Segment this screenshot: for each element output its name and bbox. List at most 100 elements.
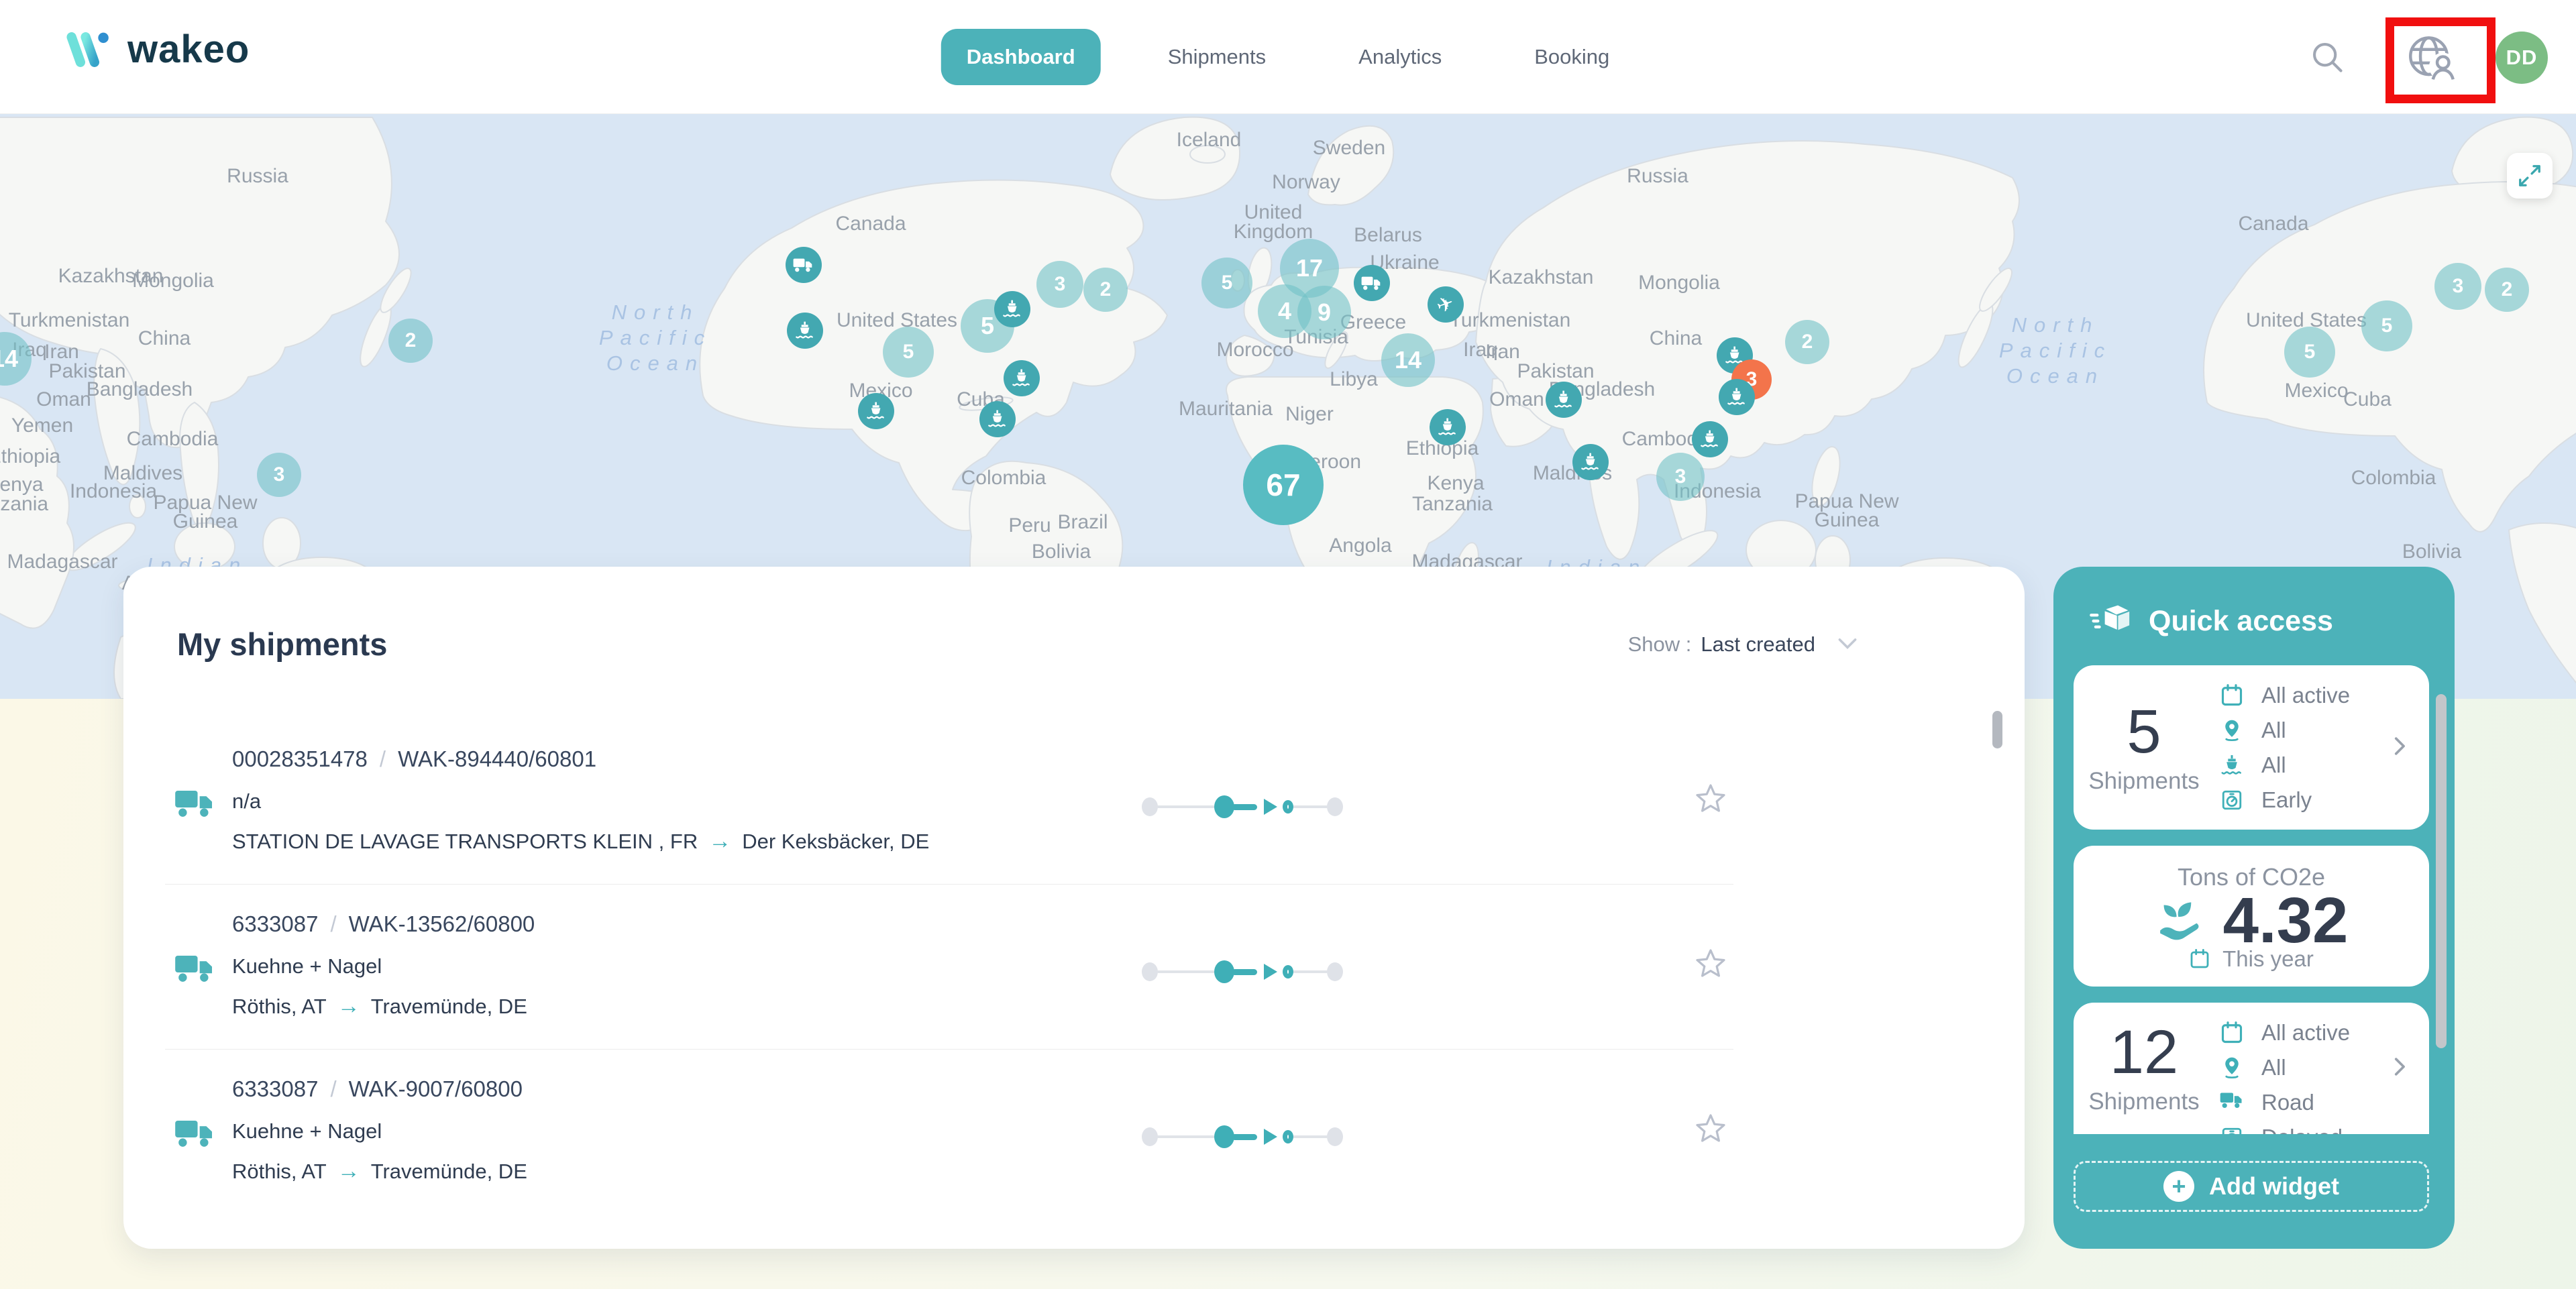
map-marker-truck-icon[interactable]: [1354, 265, 1390, 301]
map-marker-ship-icon[interactable]: [858, 393, 894, 429]
user-avatar[interactable]: DD: [2496, 32, 2548, 84]
map-cluster-5[interactable]: 5: [2361, 300, 2412, 351]
map-marker-truck-icon[interactable]: [786, 247, 822, 283]
map-cluster-67[interactable]: 67: [1243, 445, 1324, 525]
shipment-row[interactable]: 6333087 / WAK-13562/60800 Kuehne + Nagel…: [165, 885, 1733, 1050]
tab-booking[interactable]: Booking: [1509, 29, 1635, 85]
wakeo-logo[interactable]: wakeo: [64, 27, 250, 72]
favorite-star-icon[interactable]: [1695, 948, 1727, 983]
widget-co2[interactable]: Tons of CO2e 4.32 This year: [2074, 846, 2429, 987]
ocean-label: Pacific: [599, 326, 712, 350]
map-cluster-3[interactable]: 3: [2434, 263, 2481, 310]
timer-icon: [2220, 1125, 2244, 1134]
tab-shipments[interactable]: Shipments: [1142, 29, 1291, 85]
country-label: Colombia: [961, 467, 1046, 490]
vehicle-position-icon: [1264, 1129, 1277, 1145]
shipment-id: 6333087: [232, 911, 318, 937]
shipment-ref: WAK-13562/60800: [349, 911, 535, 937]
add-widget-button[interactable]: + Add widget: [2074, 1161, 2429, 1212]
country-label: Tanzania: [1412, 493, 1493, 516]
country-label: China: [138, 327, 191, 350]
map-cluster-2[interactable]: 2: [388, 319, 433, 363]
quick-access-title: Quick access: [2149, 605, 2333, 638]
map-cluster-3[interactable]: 3: [1656, 453, 1705, 501]
progress-track: [1142, 1122, 1343, 1152]
map-expand-button[interactable]: [2507, 153, 2553, 199]
map-cluster-3[interactable]: 3: [1036, 261, 1083, 308]
map-cluster-5[interactable]: 5: [883, 327, 934, 378]
plus-icon: +: [2163, 1171, 2194, 1202]
top-bar: wakeo Dashboard Shipments Analytics Booking: [0, 0, 2576, 114]
map-cluster-9[interactable]: 9: [1297, 286, 1351, 339]
map-marker-ship-icon[interactable]: [1692, 421, 1728, 457]
show-sort-dropdown[interactable]: Show : Last created: [1628, 632, 1858, 657]
timer-icon: [2220, 788, 2244, 812]
shipment-ref: WAK-9007/60800: [349, 1076, 523, 1102]
road-transport-icon: [174, 787, 216, 822]
map-cluster-5[interactable]: 5: [2284, 327, 2335, 378]
filter-label: All active: [2261, 683, 2350, 708]
ocean-label: North: [612, 300, 700, 325]
map-marker-ship-icon[interactable]: [1719, 379, 1755, 415]
map-cluster-3[interactable]: 3: [257, 453, 301, 497]
route-destination: Travemünde, DE: [371, 995, 527, 1019]
route-arrow-icon: →: [708, 828, 731, 854]
country-label: Tanzania: [0, 493, 48, 516]
route-destination: Travemünde, DE: [371, 1160, 527, 1184]
country-label: Angola: [1329, 535, 1391, 557]
tab-analytics[interactable]: Analytics: [1333, 29, 1467, 85]
quick-access-panel: Quick access 5 Shipments All active All …: [2053, 567, 2455, 1249]
filter-label: All: [2261, 752, 2286, 778]
shipment-row[interactable]: 6333087 / WAK-9007/60800 Kuehne + Nagel …: [165, 1050, 1733, 1215]
separator: /: [330, 1076, 336, 1102]
shipment-ids: 00028351478 / WAK-894440/60801: [232, 746, 596, 772]
map-marker-ship-icon[interactable]: [994, 291, 1030, 327]
country-label: Cambodia: [127, 428, 219, 451]
map-cluster-2[interactable]: 2: [1785, 320, 1829, 364]
country-label: Madagascar: [7, 551, 117, 573]
ocean-label: North: [2012, 313, 2100, 337]
map-marker-ship-icon[interactable]: [1546, 382, 1582, 418]
calendar-icon: [2220, 683, 2244, 708]
truck-icon: [2220, 1090, 2244, 1115]
shipments-scrollbar[interactable]: [1992, 711, 2002, 748]
shipment-route: STATION DE LAVAGE TRANSPORTS KLEIN , FR …: [232, 828, 929, 854]
separator: /: [330, 911, 336, 937]
map-cluster-2[interactable]: 2: [2485, 268, 2529, 312]
map-marker-ship-icon[interactable]: [979, 401, 1016, 437]
widget-count: 5 Shipments: [2074, 665, 2214, 830]
map-marker-ship-icon[interactable]: [1572, 444, 1609, 480]
shipment-row[interactable]: 00028351478 / WAK-894440/60801 n/a STATI…: [165, 720, 1733, 885]
filter-label: Delayed: [2261, 1125, 2343, 1134]
search-button[interactable]: [2301, 31, 2355, 85]
map-cluster-14[interactable]: 14: [1381, 333, 1435, 387]
map-cluster-5[interactable]: 5: [1201, 258, 1252, 309]
map-marker-ship-icon[interactable]: [1430, 409, 1466, 445]
shipment-route: Röthis, AT → Travemünde, DE: [232, 1158, 527, 1184]
widget-shipments-12[interactable]: 12 Shipments All active All Road Delayed: [2074, 1003, 2429, 1134]
country-label: Norway: [1272, 171, 1340, 194]
map-cluster-2[interactable]: 2: [1083, 268, 1128, 312]
road-transport-icon: [174, 952, 216, 987]
tab-dashboard[interactable]: Dashboard: [941, 29, 1101, 85]
widget-filter: All active: [2220, 683, 2350, 708]
carrier-name: Kuehne + Nagel: [232, 954, 382, 978]
favorite-star-icon[interactable]: [1695, 783, 1727, 818]
language-globe-button[interactable]: [2405, 31, 2459, 85]
road-transport-icon: [174, 1117, 216, 1152]
search-icon: [2310, 40, 2345, 75]
co2-value: 4.32: [2223, 889, 2349, 953]
quick-access-scrollbar[interactable]: [2436, 694, 2447, 1048]
widget-filter: All active: [2220, 1020, 2350, 1046]
chevron-right-icon: [2387, 734, 2410, 761]
widget-shipments-5[interactable]: 5 Shipments All active All All Early: [2074, 665, 2429, 830]
filter-label: All active: [2261, 1020, 2350, 1046]
co2-period: This year: [2074, 946, 2429, 972]
progress-track: [1142, 957, 1343, 987]
map-marker-ship-icon[interactable]: [1004, 360, 1040, 396]
country-label: Canada: [2238, 213, 2308, 235]
map-marker-ship-icon[interactable]: [787, 313, 823, 349]
favorite-star-icon[interactable]: [1695, 1113, 1727, 1148]
country-label: Oman: [36, 388, 91, 411]
map-marker-plane-icon[interactable]: ✈: [1428, 286, 1464, 323]
